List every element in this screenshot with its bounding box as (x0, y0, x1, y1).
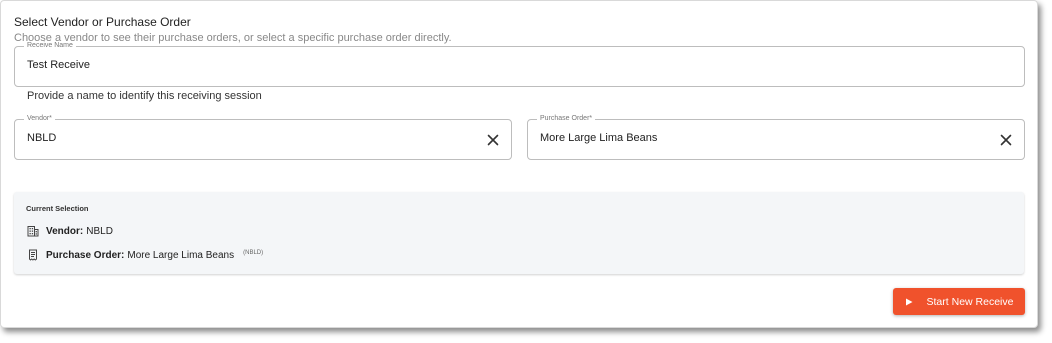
receive-name-helper: Provide a name to identify this receivin… (27, 90, 262, 102)
selection-vendor-label: Vendor: (46, 225, 84, 237)
selection-po-vendor-tag: (NBLD) (243, 250, 264, 256)
current-selection-title: Current Selection (26, 204, 89, 213)
selection-po-row: Purchase Order: More Large Lima Beans (N… (27, 249, 263, 261)
purchase-order-value: More Large Lima Beans (540, 132, 658, 144)
receive-name-label: Receive Name (24, 41, 76, 51)
selection-vendor-value: NBLD (86, 225, 113, 237)
vendor-label: Vendor* (24, 114, 55, 124)
receipt-icon (29, 249, 37, 261)
start-new-receive-label: Start New Receive (926, 295, 1014, 308)
close-icon (487, 134, 499, 146)
vendor-value: NBLD (27, 132, 57, 144)
receive-name-field[interactable]: Receive Name Test Receive (14, 41, 1025, 87)
selection-po-label: Purchase Order: (46, 249, 125, 261)
start-new-receive-button[interactable]: Start New Receive (893, 288, 1025, 315)
purchase-order-label: Purchase Order* (537, 114, 596, 124)
receive-name-input[interactable]: Test Receive (27, 59, 90, 71)
vendor-clear-button[interactable] (485, 132, 501, 148)
purchase-order-select[interactable]: Purchase Order* More Large Lima Beans (527, 114, 1025, 160)
close-icon (1000, 134, 1012, 146)
section-subtitle: Choose a vendor to see their purchase or… (14, 32, 452, 44)
building-icon (27, 226, 39, 237)
selection-vendor-row: Vendor: NBLD (27, 225, 113, 237)
receive-setup-card: Select Vendor or Purchase Order Choose a… (0, 0, 1038, 328)
current-selection-panel: Current Selection Vendor: NBLD Purchase … (14, 192, 1024, 274)
play-icon (905, 298, 913, 305)
purchase-order-clear-button[interactable] (998, 132, 1014, 148)
selection-po-value: More Large Lima Beans (127, 249, 235, 261)
section-title: Select Vendor or Purchase Order (14, 15, 191, 29)
vendor-select[interactable]: Vendor* NBLD (14, 114, 512, 160)
